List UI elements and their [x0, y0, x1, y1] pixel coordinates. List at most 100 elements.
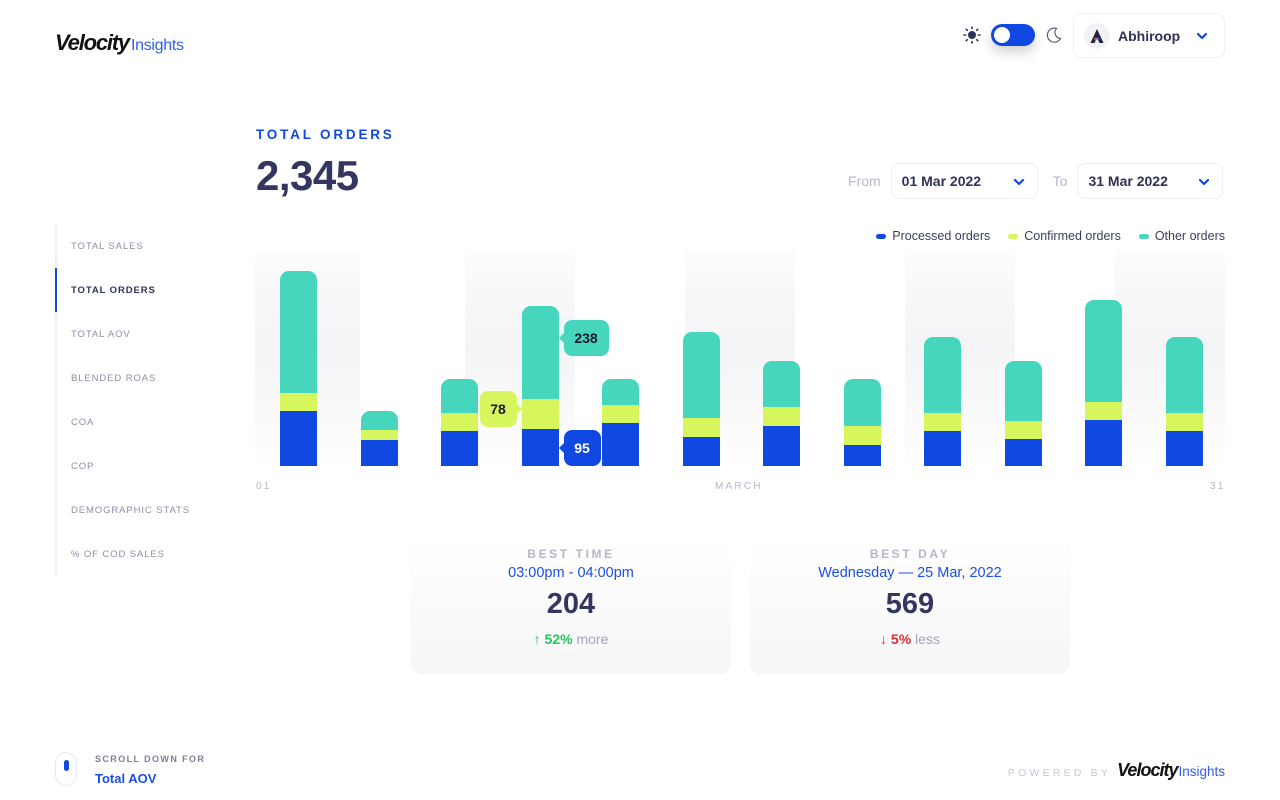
- sidebar-item-cod-sales[interactable]: % OF COD SALES: [57, 532, 225, 576]
- legend-item-other[interactable]: Other orders: [1138, 229, 1225, 243]
- orders-chart: 238 78 95: [255, 250, 1225, 470]
- arrow-up-icon: ↑: [533, 631, 541, 647]
- total-orders-value: 2,345: [256, 152, 359, 199]
- sidebar-item-coa[interactable]: COA: [57, 400, 225, 444]
- bar-segment-processed: [360, 440, 398, 466]
- bar-1[interactable]: [280, 271, 317, 466]
- legend-swatch-confirmed: [1008, 233, 1019, 239]
- bar-segment-confirmed: [763, 407, 800, 426]
- tooltip-confirmed-orders: 78: [479, 390, 522, 427]
- bar-segment-other: [280, 271, 317, 393]
- best-time-change-label: more: [576, 631, 609, 647]
- to-date-select[interactable]: 31 Mar 2022: [1077, 163, 1224, 199]
- bar-segment-processed: [280, 411, 317, 466]
- bar-segment-other: [360, 411, 398, 430]
- bar-segment-other: [602, 379, 639, 405]
- best-day-date: Wednesday — 25 Mar, 2022: [818, 565, 1002, 581]
- bar-segment-confirmed: [360, 430, 398, 440]
- bar-8[interactable]: [843, 379, 881, 466]
- sidebar-item-total-aov[interactable]: TOTAL AOV: [57, 312, 225, 356]
- bar-6[interactable]: [682, 332, 720, 466]
- bar-segment-processed: [521, 429, 559, 466]
- sidebar-item-total-orders[interactable]: TOTAL ORDERS: [55, 268, 225, 312]
- bar-segment-processed: [602, 423, 639, 466]
- logo-suffix: Insights: [130, 37, 184, 54]
- bar-segment-processed: [441, 431, 478, 466]
- sidebar-item-blended-roas[interactable]: BLENDED ROAS: [57, 356, 225, 400]
- best-time-title: BEST TIME: [527, 547, 615, 561]
- app-logo[interactable]: Velocity Insights: [55, 30, 184, 56]
- bar-9[interactable]: [924, 337, 961, 466]
- app-logo-icon: [1090, 28, 1104, 43]
- theme-switch-knob: [994, 27, 1010, 43]
- to-date-value: 31 Mar 2022: [1088, 173, 1168, 189]
- bar-12[interactable]: [1165, 337, 1203, 466]
- theme-switch[interactable]: [991, 24, 1035, 46]
- arrow-down-icon: ↓: [880, 631, 888, 647]
- bar-segment-processed: [1085, 420, 1122, 466]
- chevron-down-icon: [1013, 178, 1024, 186]
- column-stripe: [465, 250, 575, 466]
- sidebar-nav: TOTAL SALES TOTAL ORDERS TOTAL AOV BLEND…: [55, 224, 225, 576]
- bar-7[interactable]: [763, 361, 800, 466]
- chevron-down-icon: [1199, 178, 1210, 186]
- powered-by-label: POWERED BY: [1007, 767, 1112, 779]
- moon-icon[interactable]: [1045, 26, 1063, 44]
- bar-10[interactable]: [1004, 361, 1042, 466]
- bar-5[interactable]: [602, 379, 639, 466]
- bar-segment-confirmed: [924, 413, 961, 431]
- from-date-value: 01 Mar 2022: [901, 173, 982, 189]
- bar-2[interactable]: [360, 411, 398, 466]
- bar-segment-other: [1085, 300, 1122, 402]
- legend-swatch-other: [1138, 233, 1149, 239]
- powered-by: POWERED BY Velocity Insights: [1008, 760, 1225, 781]
- bar-segment-processed: [843, 445, 881, 466]
- scroll-hint[interactable]: SCROLL DOWN FOR Total AOV: [55, 752, 205, 786]
- bar-4[interactable]: [521, 306, 559, 466]
- date-range: From 01 Mar 2022 To 31 Mar 2022: [848, 163, 1224, 199]
- best-day-change-amount: 5%: [890, 631, 912, 647]
- bar-segment-confirmed: [521, 399, 559, 429]
- bar-3[interactable]: [441, 379, 478, 466]
- best-time-card: BEST TIME 03:00pm - 04:00pm 204 ↑ 52% mo…: [411, 540, 731, 674]
- logo-brand: Velocity: [55, 30, 130, 55]
- x-axis-label: MARCH: [715, 481, 763, 492]
- legend-label-processed: Processed orders: [892, 229, 991, 243]
- sidebar-item-demographic-stats[interactable]: DEMOGRAPHIC STATS: [57, 488, 225, 532]
- sidebar-item-total-sales[interactable]: TOTAL SALES: [57, 224, 225, 268]
- best-time-change: ↑ 52% more: [411, 631, 731, 647]
- best-time-value: 204: [546, 588, 596, 620]
- legend-item-processed[interactable]: Processed orders: [876, 229, 990, 243]
- section-label: TOTAL ORDERS: [256, 127, 395, 142]
- legend-item-confirmed[interactable]: Confirmed orders: [1008, 229, 1121, 243]
- bar-segment-processed: [682, 437, 720, 466]
- bar-segment-other: [1165, 337, 1203, 413]
- sidebar-item-cop[interactable]: COP: [57, 444, 225, 488]
- avatar: [1084, 22, 1110, 49]
- bar-segment-other: [763, 361, 800, 407]
- best-time-change-amount: 52%: [544, 631, 573, 647]
- tooltip-other-orders-text: 238: [574, 330, 598, 346]
- powered-suffix: Insights: [1178, 764, 1225, 779]
- bar-segment-other: [924, 337, 961, 413]
- tooltip-other-orders: 238: [558, 320, 609, 356]
- tooltip-processed-orders-text: 95: [574, 440, 590, 456]
- x-tick-end: 31: [1210, 481, 1226, 492]
- bar-segment-confirmed: [280, 393, 317, 411]
- from-label: From: [848, 173, 881, 189]
- from-date-select[interactable]: 01 Mar 2022: [890, 163, 1038, 199]
- bar-segment-confirmed: [441, 413, 478, 431]
- chevron-down-icon: [1196, 32, 1208, 40]
- bar-segment-confirmed: [843, 426, 881, 445]
- scroll-label: SCROLL DOWN FOR: [95, 754, 206, 764]
- best-day-card: BEST DAY Wednesday — 25 Mar, 2022 569 ↓ …: [750, 540, 1070, 674]
- scroll-target-link[interactable]: Total AOV: [95, 771, 205, 786]
- tooltip-processed-orders: 95: [558, 430, 601, 466]
- bar-11[interactable]: [1085, 300, 1122, 466]
- bar-segment-confirmed: [602, 405, 639, 423]
- bar-segment-other: [521, 306, 559, 399]
- best-day-title: BEST DAY: [869, 547, 951, 561]
- user-menu[interactable]: Abhiroop: [1073, 13, 1225, 58]
- sun-icon[interactable]: [963, 26, 981, 44]
- bar-segment-confirmed: [682, 418, 720, 437]
